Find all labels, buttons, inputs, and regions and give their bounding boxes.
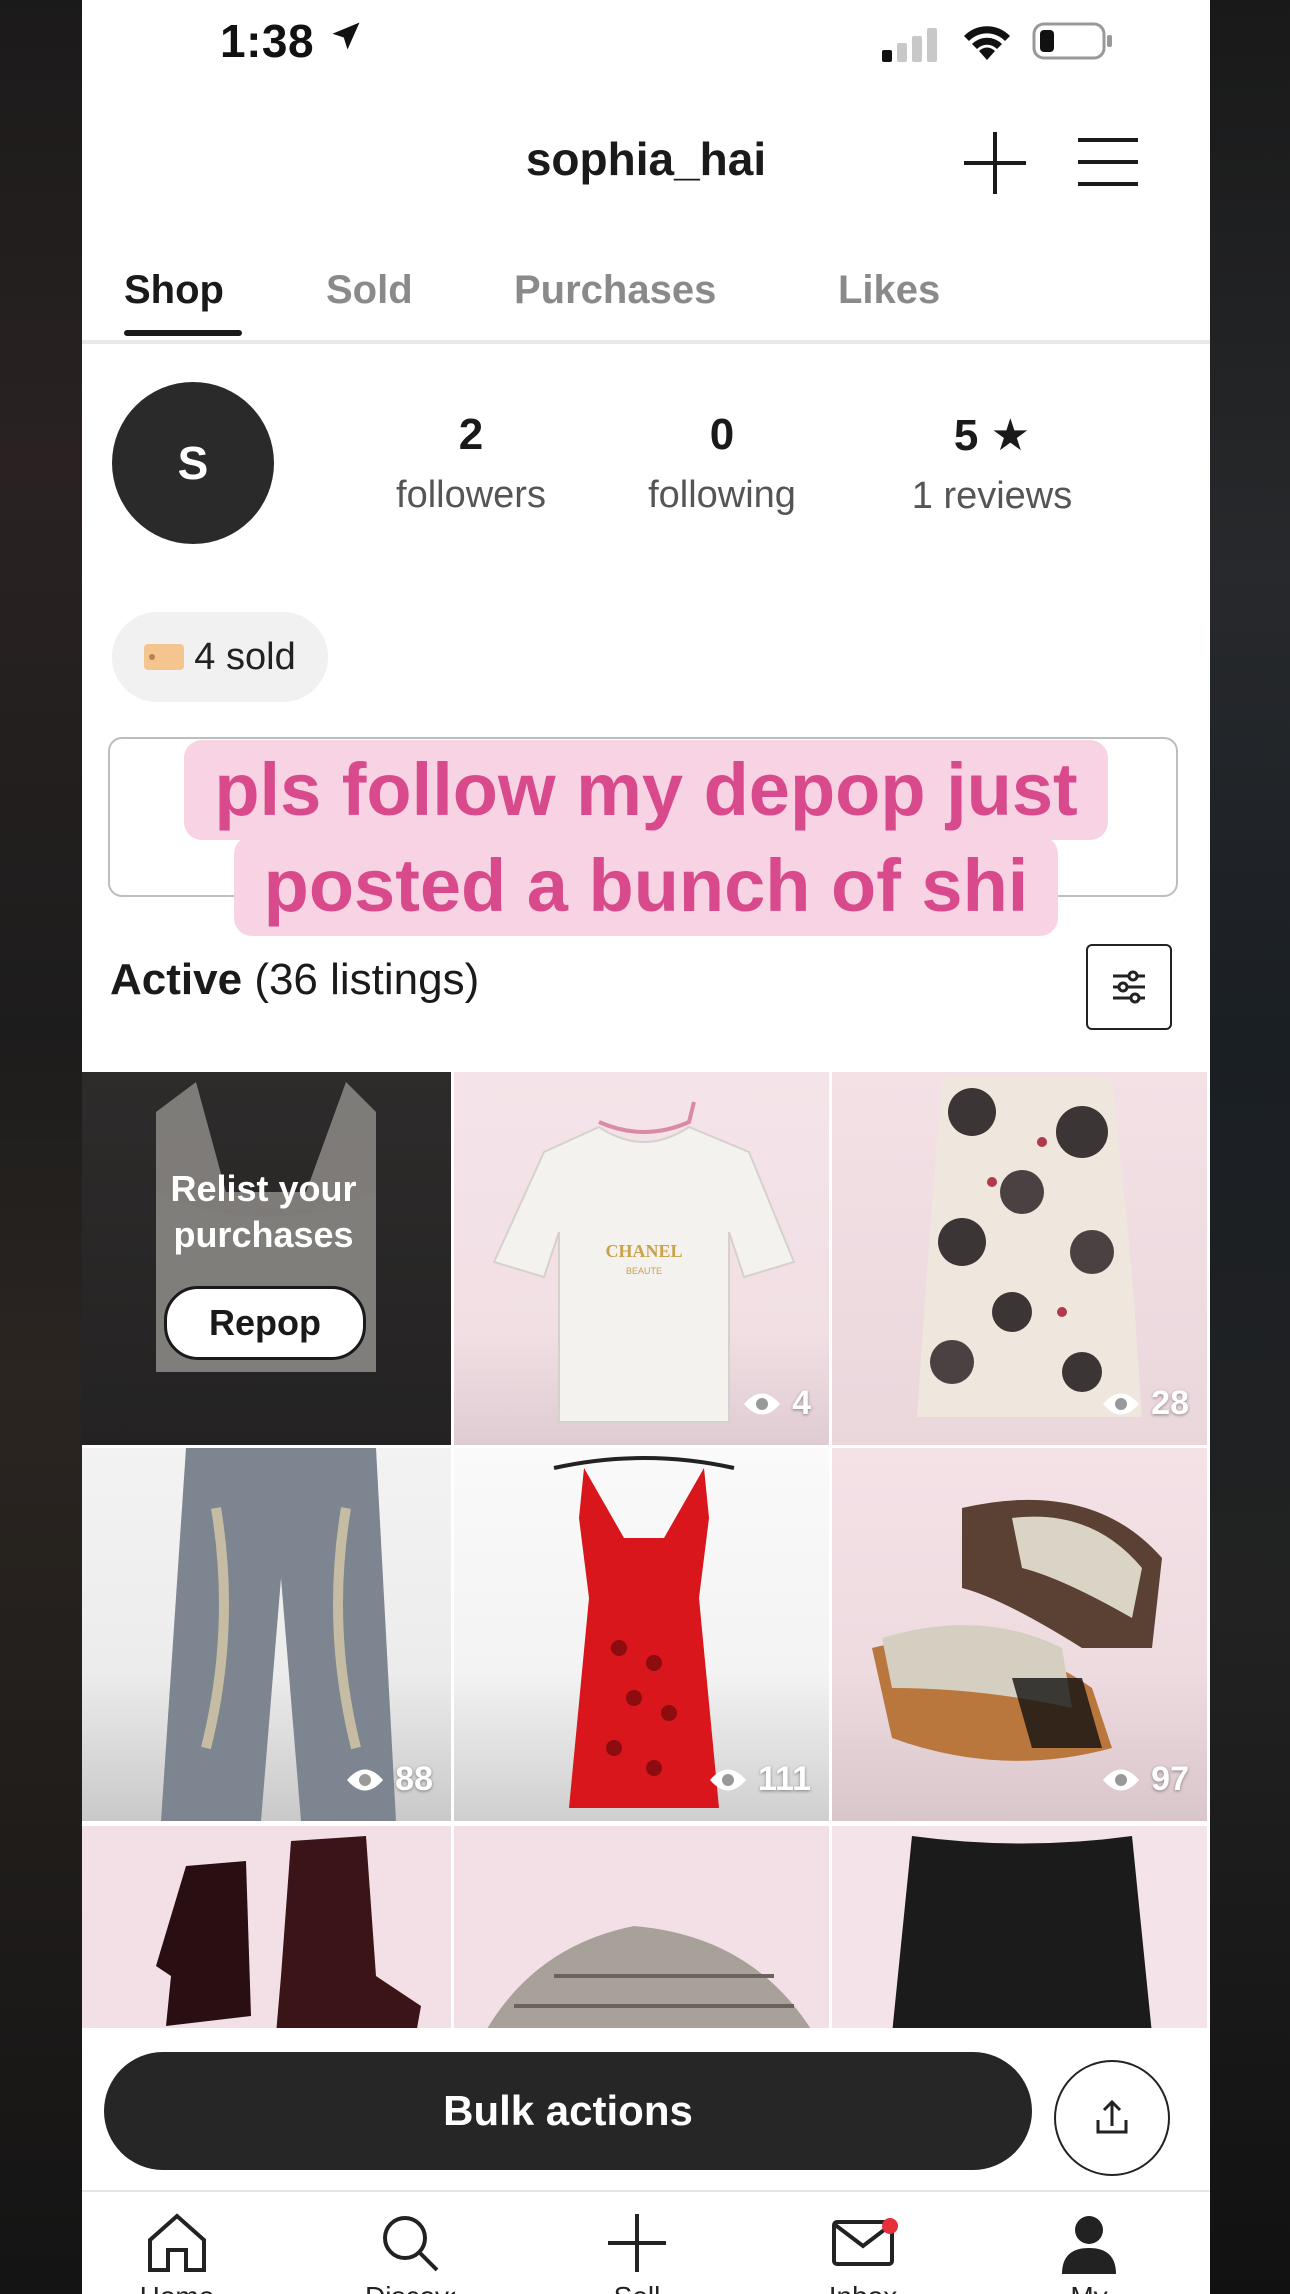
search-icon bbox=[383, 2216, 439, 2272]
home-icon bbox=[148, 2213, 206, 2272]
cell-signal-icon bbox=[882, 28, 937, 62]
reviews-stat[interactable]: 5 ★ 1 reviews bbox=[886, 410, 1098, 518]
action-bar: Bulk actions bbox=[82, 2028, 1210, 2190]
listing-card[interactable]: 28 bbox=[832, 1072, 1207, 1445]
avatar[interactable]: S bbox=[112, 382, 274, 544]
tab-purchases[interactable]: Purchases bbox=[514, 268, 716, 313]
listing-card[interactable]: 88 bbox=[82, 1448, 451, 1821]
relist-card[interactable]: Relist your purchases Repop bbox=[82, 1072, 451, 1445]
caption-line-1: pls follow my depop just bbox=[184, 740, 1108, 840]
tab-likes[interactable]: Likes bbox=[838, 268, 940, 313]
eye-icon bbox=[710, 1769, 747, 1790]
view-count-value: 4 bbox=[792, 1384, 811, 1422]
listing-card[interactable]: 111 bbox=[454, 1448, 829, 1821]
add-listing-icon[interactable] bbox=[962, 130, 1028, 196]
status-time: 1:38 bbox=[220, 15, 315, 67]
nav-sell[interactable]: Sell bbox=[592, 2212, 682, 2294]
listings-count: (36 listings) bbox=[254, 955, 480, 1004]
black-top-image bbox=[892, 1836, 1152, 2034]
view-count: 111 bbox=[708, 1760, 811, 1799]
share-button[interactable] bbox=[1054, 2060, 1170, 2176]
relist-title-line1: Relist your bbox=[170, 1168, 357, 1209]
reviews-label: 1 reviews bbox=[911, 475, 1073, 517]
nav-home[interactable]: Home bbox=[132, 2212, 222, 2294]
background-right bbox=[1210, 0, 1290, 2294]
sold-badge: 4 sold bbox=[112, 612, 328, 702]
view-count: 97 bbox=[1101, 1760, 1189, 1799]
following-label: following bbox=[648, 474, 796, 516]
listing-card[interactable] bbox=[82, 1826, 451, 2034]
battery-icon bbox=[1032, 22, 1112, 60]
nav-label: My Depop bbox=[1044, 2281, 1134, 2294]
view-count: 88 bbox=[345, 1760, 433, 1799]
status-bar: 1:38 bbox=[82, 0, 1210, 80]
active-label: Active bbox=[110, 955, 243, 1004]
profile-icon bbox=[1062, 2216, 1116, 2274]
nav-label: Discover bbox=[365, 2281, 455, 2294]
view-count-value: 97 bbox=[1151, 1760, 1189, 1798]
listing-card[interactable] bbox=[832, 1826, 1207, 2034]
following-stat[interactable]: 0 following bbox=[622, 410, 822, 517]
view-count: 28 bbox=[1101, 1384, 1189, 1423]
eye-icon bbox=[1103, 1769, 1140, 1790]
bottom-nav: Home Discover Sell Inbox My Depop bbox=[82, 2190, 1210, 2294]
listing-card[interactable] bbox=[454, 1826, 829, 2034]
listing-card[interactable]: CHANEL BEAUTE 4 bbox=[454, 1072, 829, 1445]
repop-button[interactable]: Repop bbox=[164, 1286, 366, 1360]
app-screen: 1:38 sophia_hai Shop Sold Purchases Like… bbox=[82, 0, 1210, 2294]
bulk-actions-button[interactable]: Bulk actions bbox=[104, 2052, 1032, 2170]
eye-icon bbox=[1103, 1393, 1140, 1414]
relist-title: Relist your purchases bbox=[82, 1166, 451, 1258]
followers-stat[interactable]: 2 followers bbox=[368, 410, 574, 517]
caption-overlay: pls follow my depop just posted a bunch … bbox=[82, 740, 1210, 936]
wifi-icon bbox=[964, 26, 1010, 60]
caption-line-2: posted a bunch of shi bbox=[233, 836, 1059, 936]
background-left bbox=[0, 0, 82, 2294]
reviews-rating: 5 ★ bbox=[953, 411, 1031, 460]
view-count-value: 28 bbox=[1151, 1384, 1189, 1422]
active-tab-indicator bbox=[124, 330, 242, 336]
followers-count: 2 bbox=[458, 410, 484, 459]
svg-text:BEAUTE: BEAUTE bbox=[626, 1266, 662, 1276]
nav-label: Home bbox=[132, 2281, 222, 2294]
price-tag-icon bbox=[144, 644, 185, 670]
relist-dim bbox=[82, 1072, 451, 1445]
profile-tabs: Shop Sold Purchases Likes bbox=[82, 258, 1210, 344]
black-boots-image bbox=[156, 1836, 421, 2034]
active-listings-heading: Active (36 listings) bbox=[110, 955, 479, 1005]
following-count: 0 bbox=[709, 410, 735, 459]
nav-label: Sell bbox=[592, 2281, 682, 2294]
menu-icon[interactable] bbox=[1078, 136, 1138, 188]
plus-icon bbox=[608, 2214, 666, 2272]
followers-label: followers bbox=[396, 474, 546, 516]
filter-button[interactable] bbox=[1086, 944, 1172, 1030]
tab-sold[interactable]: Sold bbox=[326, 268, 413, 313]
view-count: 4 bbox=[742, 1384, 811, 1423]
nav-inbox[interactable]: Inbox bbox=[818, 2212, 908, 2294]
plaid-skirt-image bbox=[484, 1926, 814, 2034]
sliders-icon bbox=[1113, 970, 1145, 1004]
profile-username: sophia_hai bbox=[525, 133, 767, 185]
relist-title-line2: purchases bbox=[173, 1214, 354, 1255]
view-count-value: 111 bbox=[758, 1760, 811, 1798]
share-icon bbox=[1096, 2099, 1128, 2134]
nav-profile[interactable]: My Depop bbox=[1044, 2212, 1134, 2294]
sold-count: 4 sold bbox=[194, 635, 296, 678]
tab-shop[interactable]: Shop bbox=[124, 268, 224, 313]
eye-icon bbox=[347, 1769, 384, 1790]
eye-icon bbox=[744, 1393, 781, 1414]
listing-card[interactable]: 97 bbox=[832, 1448, 1207, 1821]
svg-text:CHANEL: CHANEL bbox=[605, 1241, 682, 1261]
location-arrow-icon bbox=[332, 22, 360, 50]
nav-label: Inbox bbox=[818, 2281, 908, 2294]
nav-discover[interactable]: Discover bbox=[365, 2212, 455, 2294]
view-count-value: 88 bbox=[395, 1760, 433, 1798]
notification-dot bbox=[882, 2218, 898, 2234]
